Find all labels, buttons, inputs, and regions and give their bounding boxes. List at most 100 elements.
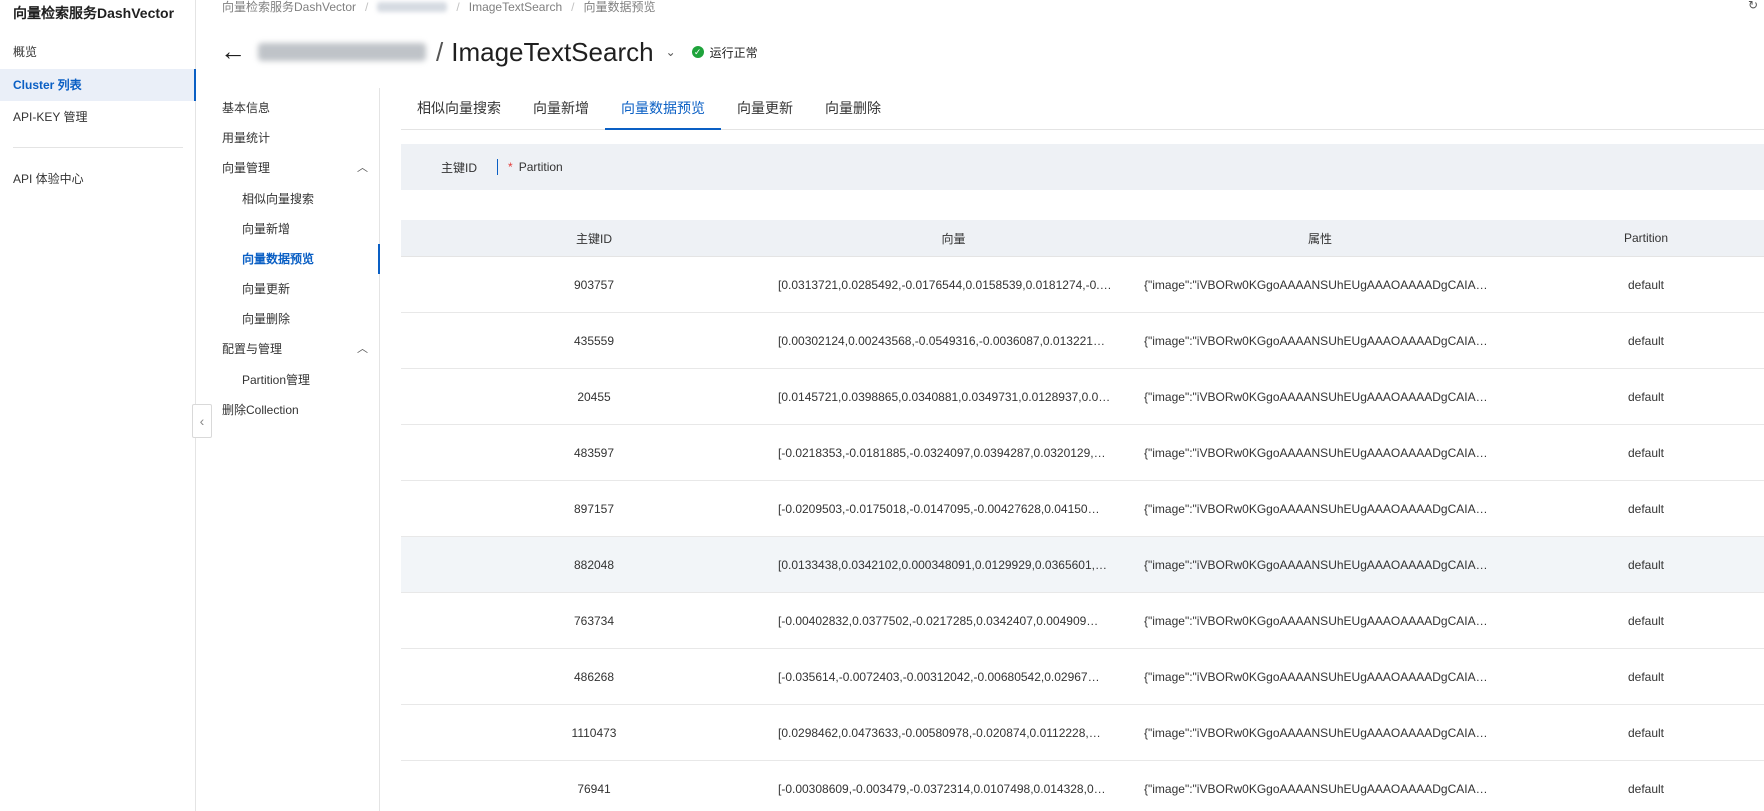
cell-attributes: {"image":"iVBORw0KGgoAAAANSUhEUgAAAOAAAA…	[1144, 257, 1496, 312]
chevron-up-icon[interactable]: ︿	[357, 153, 368, 183]
chevron-up-icon[interactable]: ︿	[357, 334, 368, 364]
global-nav-cluster-list[interactable]: Cluster 列表	[0, 69, 196, 101]
table-row[interactable]: 1110473 [0.0298462,0.0473633,-0.00580978,…	[401, 705, 1764, 761]
sidebar-item-basic-info[interactable]: 基本信息	[196, 93, 380, 123]
breadcrumb-separator: /	[365, 0, 369, 14]
cell-partition-text: default	[1627, 501, 1665, 516]
cell-attributes: {"image":"iVBORw0KGgoAAAANSUhEUgAAAOAAAA…	[1144, 369, 1496, 424]
collection-sidebar: 基本信息 用量统计 向量管理 ︿ 相似向量搜索 向量新增 向量数据预览 向量更新 …	[196, 88, 380, 811]
collapse-sidebar-handle[interactable]: ‹	[192, 404, 212, 438]
title-separator: /	[436, 36, 444, 67]
tab-vector-insert[interactable]: 向量新增	[517, 88, 605, 130]
cell-id: 483597	[401, 425, 787, 480]
cell-attributes: {"image":"iVBORw0KGgoAAAANSUhEUgAAAOAAAA…	[1144, 425, 1496, 480]
cell-id-text: 763734	[573, 613, 615, 628]
cell-id: 882048	[401, 537, 787, 592]
sidebar-group-config[interactable]: 配置与管理 ︿	[196, 334, 380, 364]
nav-divider	[13, 147, 183, 148]
cell-attributes-text: {"image":"iVBORw0KGgoAAAANSUhEUgAAAOAAAA…	[1144, 781, 1488, 796]
sidebar-item-label: 删除Collection	[222, 403, 299, 417]
sidebar-item-similarity-search[interactable]: 相似向量搜索	[196, 184, 380, 214]
cell-vector: [-0.035614,-0.0072403,-0.00312042,-0.006…	[777, 649, 1153, 704]
sidebar-item-label: 向量新增	[242, 222, 291, 236]
check-circle-icon: ✓	[691, 46, 704, 58]
refresh-icon[interactable]: ↻	[1748, 0, 1758, 12]
cell-partition: default	[1521, 537, 1764, 592]
table-row[interactable]: 76941 [-0.00308609,-0.003479,-0.0372314,0…	[401, 761, 1764, 811]
breadcrumb-item-cluster-redacted[interactable]	[377, 1, 448, 12]
breadcrumb-item-service[interactable]: 向量检索服务DashVector	[222, 0, 356, 15]
tab-bar: 相似向量搜索 向量新增 向量数据预览 向量更新 向量删除	[401, 88, 1764, 130]
cell-attributes-text: {"image":"iVBORw0KGgoAAAANSUhEUgAAAOAAAA…	[1144, 669, 1488, 684]
global-nav-api-playground[interactable]: API 体验中心	[0, 163, 196, 195]
cell-vector-text: [-0.035614,-0.0072403,-0.00312042,-0.006…	[778, 669, 1100, 684]
table-row[interactable]: 20455 [0.0145721,0.0398865,0.0340881,0.03…	[401, 369, 1764, 425]
sidebar-item-label: 用量统计	[222, 131, 271, 145]
global-nav-api-key[interactable]: API-KEY 管理	[0, 101, 196, 133]
sidebar-item-partition-management[interactable]: Partition管理	[196, 365, 380, 395]
sidebar-item-usage[interactable]: 用量统计	[196, 123, 380, 153]
cell-id-text: 20455	[577, 389, 611, 404]
table-row[interactable]: 483597 [-0.0218353,-0.0181885,-0.0324097,…	[401, 425, 1764, 481]
back-arrow-icon[interactable]: ←	[220, 36, 246, 66]
column-header-attributes: 属性	[1307, 231, 1332, 246]
cell-attributes-text: {"image":"iVBORw0KGgoAAAANSUhEUgAAAOAAAA…	[1144, 445, 1488, 460]
cell-partition: default	[1521, 425, 1764, 480]
vector-preview-table: 主键ID 向量 属性 Partition 903757 [0.0313721,0.…	[401, 220, 1764, 811]
cell-partition-text: default	[1627, 445, 1665, 460]
table-header: 主键ID 向量 属性 Partition	[401, 220, 1764, 257]
required-mark: *	[508, 160, 513, 174]
cell-partition: default	[1521, 705, 1764, 760]
product-brand[interactable]: 向量检索服务DashVector	[13, 3, 174, 23]
cell-vector: [-0.0218353,-0.0181885,-0.0324097,0.0394…	[777, 425, 1153, 480]
sidebar-item-vector-preview[interactable]: 向量数据预览	[196, 244, 380, 274]
table-row[interactable]: 897157 [-0.0209503,-0.0175018,-0.0147095,…	[401, 481, 1764, 537]
sidebar-item-label: 向量更新	[242, 282, 291, 296]
global-nav-overview[interactable]: 概览	[0, 36, 196, 68]
table-body: 903757 [0.0313721,0.0285492,-0.0176544,0.…	[401, 257, 1764, 811]
global-sidebar: 向量检索服务DashVector 概览 Cluster 列表 API-KEY 管…	[0, 0, 196, 811]
table-row[interactable]: 486268 [-0.035614,-0.0072403,-0.00312042,…	[401, 649, 1764, 705]
sidebar-group-vector-management[interactable]: 向量管理 ︿	[196, 153, 380, 183]
tab-vector-delete[interactable]: 向量删除	[809, 88, 897, 130]
table-row[interactable]: 882048 [0.0133438,0.0342102,0.000348091,0…	[401, 537, 1764, 593]
column-header-partition: Partition	[1623, 231, 1669, 245]
sidebar-item-vector-update[interactable]: 向量更新	[196, 274, 380, 304]
cell-vector: [0.0133438,0.0342102,0.000348091,0.01299…	[777, 537, 1153, 592]
tab-similarity-search[interactable]: 相似向量搜索	[401, 88, 517, 130]
cell-partition-text: default	[1627, 781, 1665, 796]
sidebar-item-vector-delete[interactable]: 向量删除	[196, 304, 380, 334]
cell-id-text: 897157	[573, 501, 615, 516]
cell-vector-text: [-0.00402832,0.0377502,-0.0217285,0.0342…	[778, 613, 1099, 628]
page-title-row: / ImageTextSearch ⌄ ✓ 运行正常	[258, 36, 758, 68]
cell-vector: [0.00302124,0.00243568,-0.0549316,-0.003…	[777, 313, 1153, 368]
primary-key-filter-label[interactable]: 主键ID	[441, 159, 477, 176]
cell-vector-text: [0.0133438,0.0342102,0.000348091,0.01299…	[778, 557, 1107, 572]
tab-vector-preview[interactable]: 向量数据预览	[605, 88, 721, 130]
table-row[interactable]: 763734 [-0.00402832,0.0377502,-0.0217285,…	[401, 593, 1764, 649]
table-row[interactable]: 903757 [0.0313721,0.0285492,-0.0176544,0.…	[401, 257, 1764, 313]
cell-partition-text: default	[1627, 725, 1665, 740]
table-row[interactable]: 435559 [0.00302124,0.00243568,-0.0549316,…	[401, 313, 1764, 369]
filter-bar: 主键ID * Partition	[401, 144, 1764, 190]
cell-partition: default	[1521, 761, 1764, 811]
status-badge: 运行正常	[709, 45, 758, 60]
cell-partition: default	[1521, 593, 1764, 648]
cell-partition: default	[1521, 481, 1764, 536]
breadcrumb-item-collection[interactable]: ImageTextSearch	[469, 0, 562, 14]
cell-vector-text: [0.0145721,0.0398865,0.0340881,0.0349731…	[778, 389, 1111, 404]
cell-partition-text: default	[1627, 389, 1665, 404]
cell-attributes-text: {"image":"iVBORw0KGgoAAAANSUhEUgAAAOAAAA…	[1144, 557, 1488, 572]
sidebar-item-vector-insert[interactable]: 向量新增	[196, 214, 380, 244]
cell-attributes-text: {"image":"iVBORw0KGgoAAAANSUhEUgAAAOAAAA…	[1144, 501, 1488, 516]
column-header-vector: 向量	[941, 231, 966, 246]
chevron-down-icon[interactable]: ⌄	[666, 45, 676, 59]
cell-id: 486268	[401, 649, 787, 704]
cell-vector: [0.0313721,0.0285492,-0.0176544,0.015853…	[777, 257, 1153, 312]
sidebar-item-label: 向量数据预览	[242, 252, 315, 266]
sidebar-item-delete-collection[interactable]: 删除Collection	[196, 395, 380, 425]
sidebar-item-label: 基本信息	[222, 101, 271, 115]
tab-vector-update[interactable]: 向量更新	[721, 88, 809, 130]
partition-filter-label[interactable]: Partition	[519, 160, 563, 174]
breadcrumb-separator: /	[571, 0, 575, 14]
